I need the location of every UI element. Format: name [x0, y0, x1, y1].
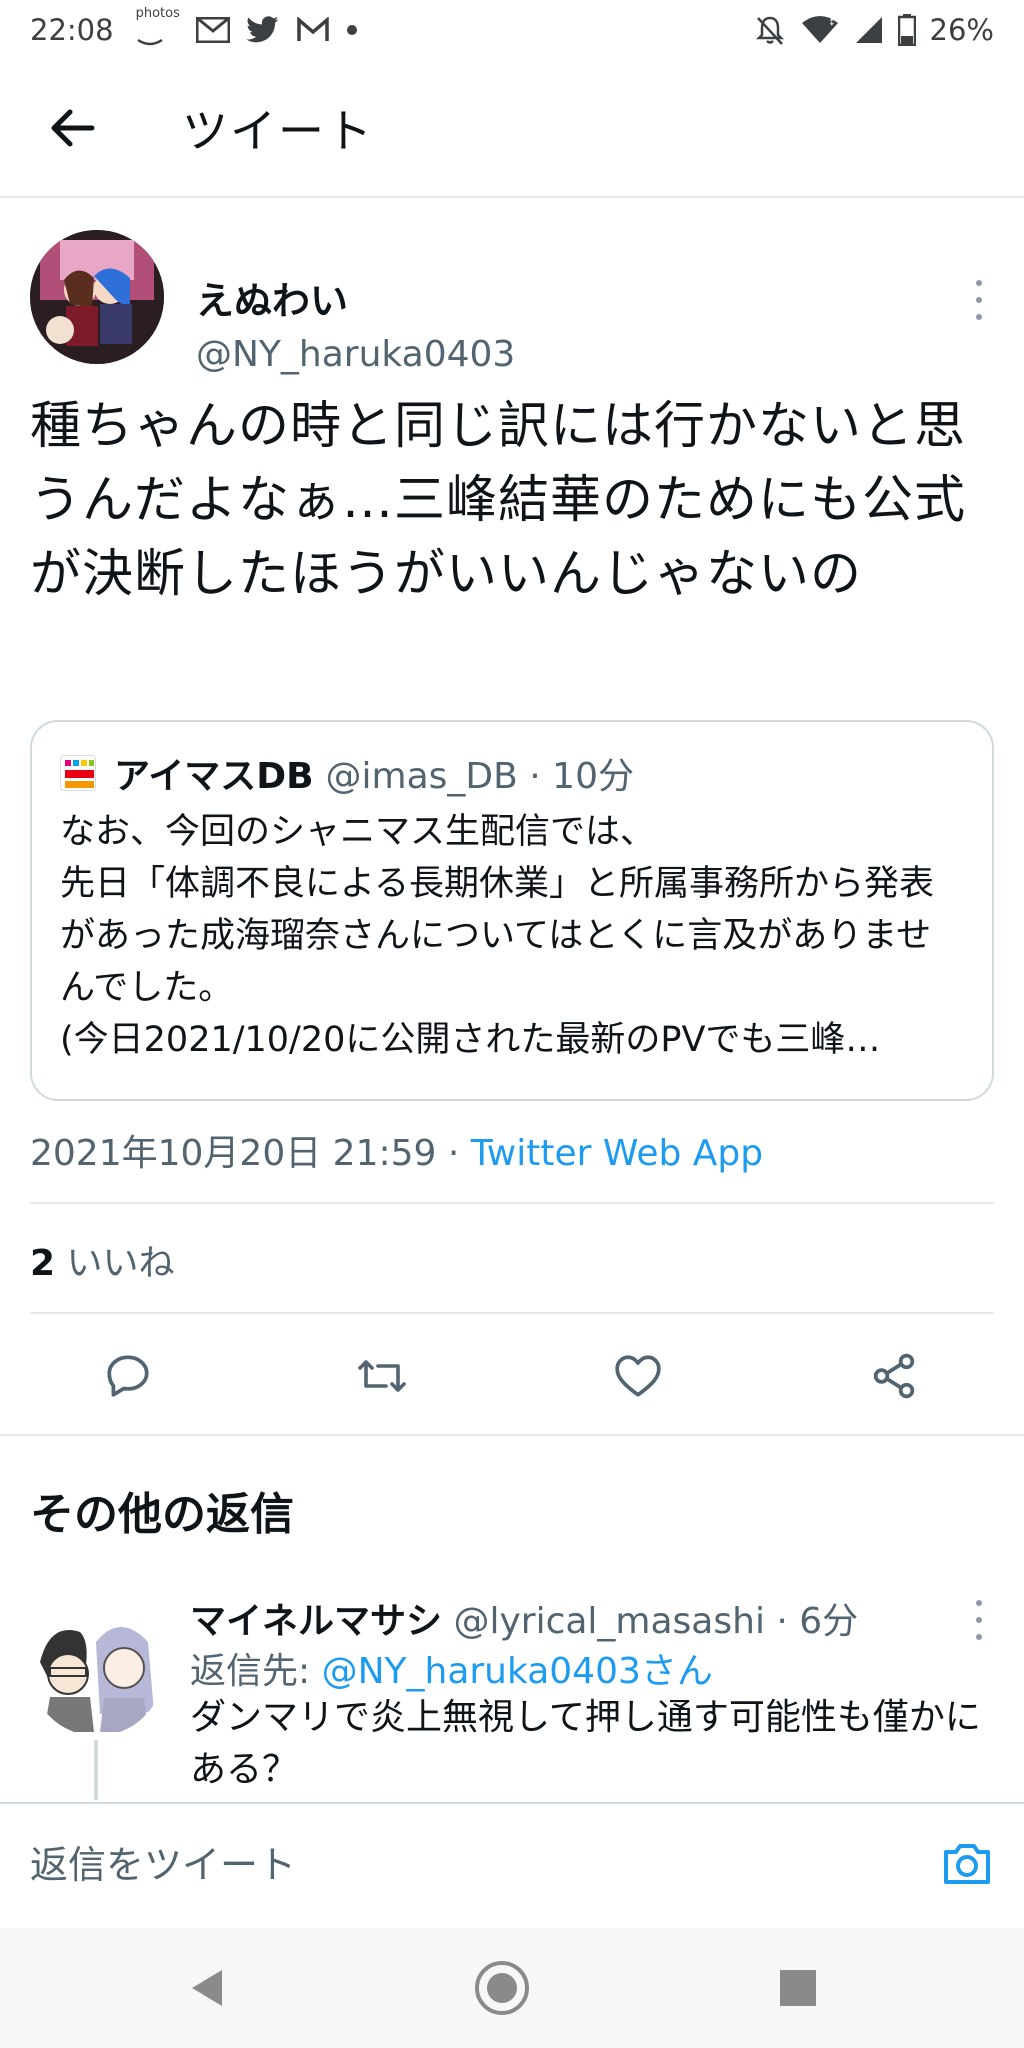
camera-icon: [944, 1844, 990, 1884]
system-icons: ↕ 26%: [754, 13, 994, 47]
heart-icon: [615, 1355, 661, 1397]
camera-button[interactable]: [940, 1840, 994, 1888]
reply-tweet[interactable]: マイネルマサシ @lyrical_masashi · 6分 返信先: @NY_h…: [0, 1580, 1024, 1800]
quoted-tweet[interactable]: アイマスDB @imas_DB · 10分 なお、今回のシャニマス生配信では、 …: [30, 720, 994, 1101]
author-handle[interactable]: @NY_haruka0403: [196, 334, 515, 375]
more-dot-icon: [976, 314, 982, 320]
reply-text: ダンマリで炎上無視して押し通す可能性も僅かにある？: [190, 1697, 981, 1790]
status-bar: 22:08 photos ↕ 26%: [0, 0, 1024, 60]
gmail-envelope-icon: [195, 17, 230, 43]
replying-to-label: 返信先:: [190, 1651, 322, 1692]
page-title: ツイート: [182, 104, 374, 158]
nav-home-button[interactable]: [470, 1956, 534, 2020]
more-dot-icon: [976, 280, 982, 286]
battery-icon: [897, 14, 916, 46]
likes-label: いいね: [55, 1243, 175, 1284]
share-button[interactable]: [868, 1350, 920, 1402]
nav-back-button[interactable]: [174, 1956, 238, 2020]
nav-home-circle-icon: [475, 1961, 529, 2015]
wifi-icon: ↕: [801, 16, 838, 43]
reply-input[interactable]: 返信をツイート: [30, 1834, 296, 1889]
like-button[interactable]: [612, 1350, 664, 1402]
svg-text:↕: ↕: [828, 18, 836, 28]
replying-to-mention[interactable]: @NY_haruka0403さん: [322, 1651, 713, 1692]
more-notifications-dot-icon: [346, 25, 357, 35]
reply-button[interactable]: [102, 1350, 154, 1402]
reply-header: マイネルマサシ @lyrical_masashi · 6分: [190, 1592, 858, 1644]
thread-line: [94, 1740, 98, 1800]
divider: [30, 1202, 994, 1204]
tweet-timestamp: 2021年10月20日 21:59 · Twitter Web App: [30, 1124, 763, 1176]
back-arrow-icon: [51, 109, 95, 147]
nav-recents-button[interactable]: [766, 1956, 830, 2020]
quoted-author-avatar: [60, 755, 96, 791]
section-divider: [0, 1434, 1024, 1436]
replying-to: 返信先: @NY_haruka0403さん: [190, 1642, 713, 1694]
tweet-more-options-button[interactable]: [964, 280, 994, 320]
share-icon: [873, 1353, 915, 1399]
likes-count-link[interactable]: 2 いいね: [30, 1234, 175, 1286]
quoted-author-meta: @imas_DB · 10分: [325, 756, 634, 797]
retweet-button[interactable]: [356, 1350, 408, 1402]
author-avatar[interactable]: [30, 230, 164, 364]
notifications-muted-icon: [755, 16, 784, 45]
twitter-bird-icon: [246, 16, 279, 43]
quoted-tweet-header: アイマスDB @imas_DB · 10分: [60, 750, 964, 797]
tweet-actions: [0, 1326, 1024, 1422]
more-dot-icon: [976, 1617, 982, 1623]
reply-author-name[interactable]: マイネルマサシ: [190, 1601, 442, 1642]
divider: [30, 1312, 994, 1314]
nav-back-triangle-icon: [192, 1970, 222, 2006]
reply-more-options-button[interactable]: [964, 1600, 994, 1640]
reply-composer: 返信をツイート: [0, 1802, 1024, 1930]
photos-notification-icon: photos: [136, 7, 180, 54]
retweet-icon: [358, 1360, 406, 1392]
gmail-m-icon: [297, 17, 329, 41]
more-dot-icon: [976, 297, 982, 303]
quoted-author-name: アイマスDB: [114, 756, 314, 797]
author-name[interactable]: えぬわい: [196, 270, 348, 325]
notification-icons: photos: [136, 7, 358, 54]
tweet-text: 種ちゃんの時と同じ訳には行かないと思うんだよなぁ…三峰結華のためにも公式が決断し…: [30, 397, 967, 604]
more-replies-heading: その他の返信: [30, 1489, 294, 1540]
cellular-signal-icon: [855, 17, 882, 43]
system-navigation-bar: [0, 1928, 1024, 2048]
reply-author-meta: @lyrical_masashi · 6分: [442, 1601, 859, 1642]
status-time: 22:08: [30, 13, 114, 47]
quoted-tweet-text: なお、今回のシャニマス生配信では、 先日「体調不良による長期休業」と所属事務所か…: [60, 812, 934, 1060]
back-button[interactable]: [22, 78, 122, 178]
app-bar: ツイート: [0, 60, 1024, 198]
more-dot-icon: [976, 1600, 982, 1606]
likes-count: 2: [30, 1243, 56, 1284]
battery-percent: 26%: [929, 13, 994, 47]
tweet-date: 2021年10月20日 21:59 ·: [30, 1133, 471, 1174]
reply-icon: [107, 1355, 149, 1397]
tweet-source-link[interactable]: Twitter Web App: [471, 1133, 763, 1174]
nav-recents-square-icon: [780, 1970, 816, 2006]
more-dot-icon: [976, 1634, 982, 1640]
reply-author-avatar[interactable]: [30, 1602, 164, 1736]
tweet-author: えぬわい @NY_haruka0403: [30, 230, 994, 375]
